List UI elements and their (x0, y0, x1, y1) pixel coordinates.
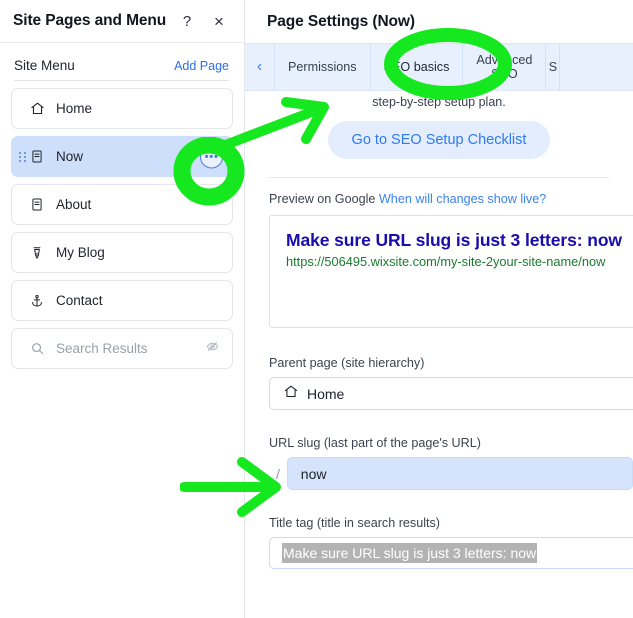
panel-title: Site Pages and Menu (13, 12, 167, 29)
seo-basics-content: step-by-step setup plan. Go to SEO Setup… (245, 91, 633, 618)
page-icon (30, 149, 51, 164)
sidebar-item-my-blog[interactable]: My Blog (11, 232, 233, 273)
drag-handle-icon[interactable] (19, 151, 27, 162)
site-menu-label: Site Menu (14, 58, 75, 73)
settings-tabbar: ‹ Permissions SEO basics Advanced SEO S (245, 43, 633, 91)
pen-icon (30, 245, 51, 261)
tab-seo-basics[interactable]: SEO basics (371, 44, 464, 90)
url-slug-label: URL slug (last part of the page's URL) (269, 436, 481, 450)
sidebar-item-about[interactable]: About (11, 184, 233, 225)
site-menu-list: Home Now ••• About My Blog Contact Searc… (0, 81, 244, 369)
parent-page-select[interactable]: Home (269, 377, 633, 410)
home-icon (283, 384, 299, 404)
sidebar-item-contact[interactable]: Contact (11, 280, 233, 321)
add-page-button[interactable]: Add Page (174, 59, 229, 73)
preview-url: https://506495.wixsite.com/my-site-2your… (286, 254, 606, 269)
parent-page-label: Parent page (site hierarchy) (269, 356, 425, 370)
sidebar-item-label: Search Results (56, 341, 148, 356)
anchor-icon (30, 293, 51, 309)
site-menu-row: Site Menu Add Page (0, 43, 244, 80)
page-settings-screen: Site Pages and Menu ? × Site Menu Add Pa… (0, 0, 633, 618)
site-pages-header: Site Pages and Menu ? × (0, 0, 244, 43)
close-icon[interactable]: × (208, 13, 230, 30)
page-settings-header: Page Settings (Now) (245, 0, 633, 43)
sidebar-item-label: About (56, 197, 92, 212)
page-more-options-button[interactable]: ••• (200, 145, 223, 168)
sidebar-item-now[interactable]: Now ••• (11, 136, 233, 177)
sidebar-item-label: My Blog (56, 245, 105, 260)
search-icon (30, 341, 51, 356)
tab-scroll-left-icon[interactable]: ‹ (245, 44, 275, 90)
parent-page-value: Home (307, 385, 345, 402)
title-tag-selected-text: Make sure URL slug is just 3 letters: no… (282, 543, 538, 563)
url-slug-input[interactable] (286, 457, 633, 490)
sidebar-item-label: Now (56, 149, 84, 164)
checklist-button-row: Go to SEO Setup Checklist (245, 109, 633, 159)
more-options-icon: ••• (204, 149, 219, 164)
home-icon (30, 101, 51, 116)
page-settings-panel: Page Settings (Now) ‹ Permissions SEO ba… (245, 0, 633, 618)
sidebar-item-label: Home (56, 101, 93, 116)
title-tag-input[interactable]: Make sure URL slug is just 3 letters: no… (269, 537, 633, 569)
page-icon (30, 197, 51, 212)
page-settings-title: Page Settings (Now) (267, 12, 415, 30)
help-icon[interactable]: ? (176, 14, 198, 29)
site-pages-panel: Site Pages and Menu ? × Site Menu Add Pa… (0, 0, 245, 618)
sidebar-item-search-results[interactable]: Search Results (11, 328, 233, 369)
google-preview-section: Preview on Google When will changes show… (245, 178, 633, 328)
parent-page-section: Parent page (site hierarchy) Home (245, 328, 633, 410)
preview-title: Make sure URL slug is just 3 letters: no… (286, 230, 622, 250)
sidebar-item-label: Contact (56, 293, 103, 308)
title-tag-label: Title tag (title in search results) (269, 516, 441, 530)
preview-on-google-label: Preview on Google (269, 192, 376, 206)
setup-plan-note: step-by-step setup plan. (372, 95, 506, 109)
url-slug-prefix: / (275, 465, 280, 482)
go-to-seo-setup-checklist-button[interactable]: Go to SEO Setup Checklist (327, 121, 551, 159)
url-slug-section: URL slug (last part of the page's URL) / (245, 410, 633, 490)
when-changes-show-live-link[interactable]: When will changes show live? (379, 192, 546, 206)
tab-advanced-seo[interactable]: Advanced SEO (463, 44, 547, 90)
url-slug-row: / (269, 457, 633, 490)
hidden-page-icon (205, 340, 220, 358)
title-tag-section: Title tag (title in search results) Make… (245, 490, 633, 569)
google-search-preview: Make sure URL slug is just 3 letters: no… (269, 215, 633, 328)
sidebar-item-home[interactable]: Home (11, 88, 233, 129)
tab-permissions[interactable]: Permissions (275, 44, 371, 90)
tab-partial-next[interactable]: S (546, 44, 561, 90)
preview-label-row: Preview on Google When will changes show… (269, 192, 633, 206)
